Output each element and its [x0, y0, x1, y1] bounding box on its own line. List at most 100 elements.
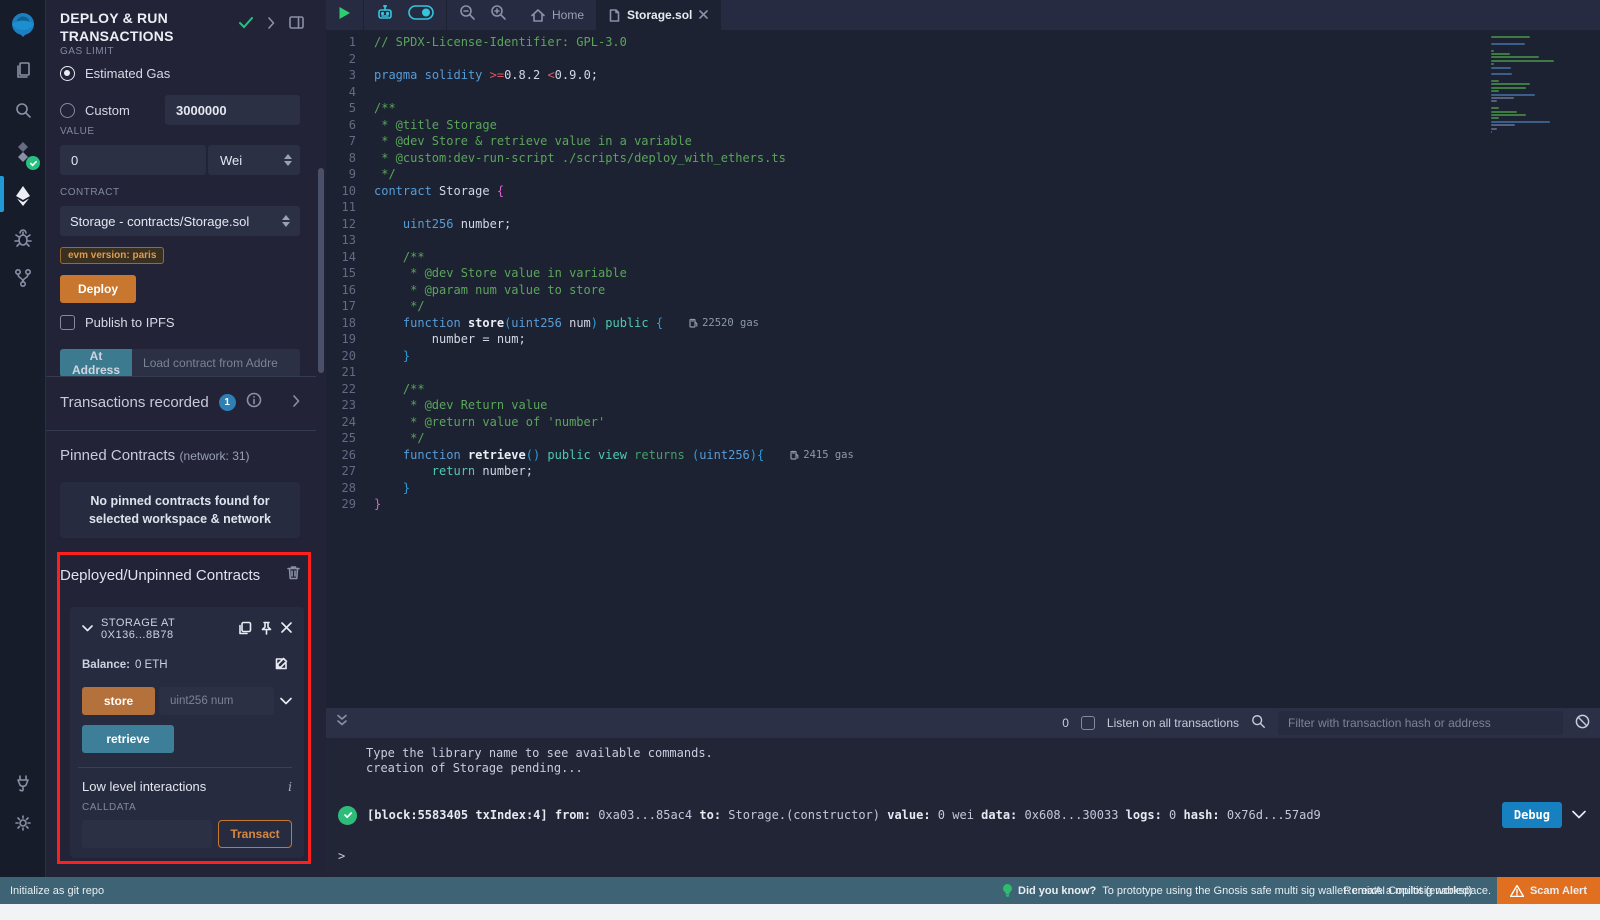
sidebar-item-plugin-manager[interactable]: [0, 763, 46, 803]
value-unit-select[interactable]: Wei: [208, 145, 300, 175]
transactions-info-icon[interactable]: [246, 392, 262, 413]
edit-balance-icon[interactable]: [275, 657, 288, 673]
balance-label: Balance:: [82, 659, 130, 671]
code-editor[interactable]: 1// SPDX-License-Identifier: GPL-3.023pr…: [326, 30, 1600, 708]
minimap-line: [1491, 60, 1554, 62]
tx-success-check-icon: [338, 806, 357, 825]
panel-check-icon: [239, 16, 253, 34]
minimap-line: [1491, 121, 1550, 123]
store-expand-chevron-icon[interactable]: [280, 692, 292, 710]
estimated-gas-radio[interactable]: [60, 66, 75, 81]
sidebar-item-search[interactable]: [0, 90, 46, 130]
sidebar-item-compiler[interactable]: [0, 130, 46, 174]
code-line: 17 */: [326, 298, 1600, 315]
terminal-body[interactable]: Type the library name to see available c…: [326, 738, 1600, 877]
value-input[interactable]: [60, 145, 206, 175]
scam-alert-badge[interactable]: Scam Alert: [1497, 877, 1600, 904]
line-number: 12: [326, 216, 374, 233]
terminal-prompt: >: [338, 849, 345, 863]
code-line: 12 uint256 number;: [326, 216, 1600, 233]
tab-home[interactable]: Home: [519, 0, 597, 30]
line-number: 11: [326, 199, 374, 216]
store-function-button[interactable]: store: [82, 687, 155, 715]
tab-storage-sol[interactable]: Storage.sol: [597, 0, 721, 30]
debug-button[interactable]: Debug: [1502, 802, 1562, 828]
line-number: 22: [326, 381, 374, 398]
zoom-out-icon[interactable]: [459, 4, 476, 26]
store-arg-input[interactable]: [159, 687, 274, 715]
minimap-line: [1491, 100, 1497, 102]
transactions-recorded-row[interactable]: Transactions recorded 1: [60, 392, 300, 413]
code-text: * @dev Store value in variable: [374, 265, 627, 282]
deploy-run-panel: DEPLOY & RUN TRANSACTIONS GAS LIMIT Esti…: [46, 0, 316, 877]
remix-logo-icon[interactable]: [0, 0, 46, 50]
copy-address-icon[interactable]: [238, 621, 252, 638]
code-line: 29}: [326, 496, 1600, 513]
contract-collapse-chevron-icon[interactable]: [82, 623, 93, 635]
custom-gas-label: Custom: [85, 103, 130, 118]
transaction-log-row[interactable]: [block:5583405 txIndex:4] from: 0xa03...…: [338, 802, 1600, 828]
icon-sidebar: [0, 0, 46, 877]
terminal-collapse-icon[interactable]: [336, 714, 348, 732]
publish-ipfs-checkbox[interactable]: [60, 315, 75, 330]
deployed-contract-card: STORAGE AT 0X136...8B78 Balance: 0 ETH s…: [70, 607, 304, 858]
clear-console-icon[interactable]: [1575, 714, 1590, 732]
sidebar-item-git[interactable]: [0, 258, 46, 298]
code-text: // SPDX-License-Identifier: GPL-3.0: [374, 34, 627, 51]
remove-contract-icon[interactable]: [281, 622, 292, 636]
line-number: 15: [326, 265, 374, 282]
pinned-network-label: (network: 31): [180, 449, 250, 463]
minimap-line: [1491, 131, 1492, 133]
tab-close-icon[interactable]: [699, 8, 708, 22]
sidebar-item-workspaces[interactable]: [0, 50, 46, 90]
zoom-in-icon[interactable]: [490, 4, 507, 26]
minimap-line: [1491, 97, 1514, 99]
contract-select[interactable]: Storage - contracts/Storage.sol: [60, 206, 300, 236]
code-line: 13: [326, 232, 1600, 249]
tip-bold-text: Did you know?: [1018, 885, 1096, 897]
tx-expand-chevron-icon[interactable]: [1572, 808, 1586, 822]
sidebar-item-settings[interactable]: [0, 803, 46, 843]
custom-gas-radio[interactable]: [60, 103, 75, 118]
retrieve-function-button[interactable]: retrieve: [82, 725, 174, 753]
panel-scrollbar-thumb[interactable]: [318, 168, 324, 373]
terminal-filter-input[interactable]: [1278, 711, 1563, 735]
low-level-info-icon[interactable]: i: [288, 780, 292, 794]
editor-minimap[interactable]: [1491, 36, 1586, 134]
code-line: 16 * @param num value to store: [326, 282, 1600, 299]
publish-ipfs-label: Publish to IPFS: [85, 315, 175, 330]
remix-ai-robot-icon[interactable]: [376, 5, 394, 26]
minimap-line: [1491, 53, 1510, 55]
window-bottom-edge: [0, 904, 1600, 920]
minimap-line: [1491, 90, 1499, 92]
listen-all-checkbox[interactable]: [1081, 716, 1095, 730]
code-text: pragma solidity >=0.8.2 <0.9.0;: [374, 67, 598, 84]
calldata-input[interactable]: [82, 820, 212, 848]
transact-button[interactable]: Transact: [218, 820, 292, 848]
run-script-play-icon[interactable]: [338, 6, 351, 25]
clear-deployed-trash-icon[interactable]: [287, 565, 300, 585]
panel-pin-view-icon[interactable]: [289, 16, 304, 34]
transactions-count-badge: 1: [219, 394, 236, 411]
code-lines: 1// SPDX-License-Identifier: GPL-3.023pr…: [326, 30, 1600, 513]
panel-scrollbar-track[interactable]: [316, 0, 326, 877]
panel-expand-icon[interactable]: [267, 16, 275, 34]
sidebar-item-deploy-run[interactable]: [0, 174, 46, 218]
pin-contract-icon[interactable]: [260, 621, 273, 638]
at-address-input[interactable]: [132, 349, 300, 377]
copilot-status[interactable]: RemixAI Copilot (enabled): [1344, 877, 1472, 904]
lightbulb-icon: [1003, 884, 1012, 897]
copilot-toggle-icon[interactable]: [408, 5, 434, 25]
gas-estimate-annotation: 22520 gas: [689, 315, 759, 332]
minimap-line: [1491, 63, 1494, 65]
terminal-search-icon: [1251, 714, 1266, 732]
custom-gas-input[interactable]: [165, 95, 300, 125]
deploy-button[interactable]: Deploy: [60, 275, 136, 303]
git-init-status[interactable]: Initialize as git repo: [10, 877, 104, 904]
divider: [46, 376, 316, 377]
terminal-line: Type the library name to see available c…: [338, 746, 1600, 761]
transactions-expand-icon[interactable]: [292, 394, 300, 412]
sidebar-item-debugger[interactable]: [0, 218, 46, 258]
deployed-contracts-title: Deployed/Unpinned Contracts: [60, 567, 260, 584]
at-address-button[interactable]: At Address: [60, 349, 132, 377]
